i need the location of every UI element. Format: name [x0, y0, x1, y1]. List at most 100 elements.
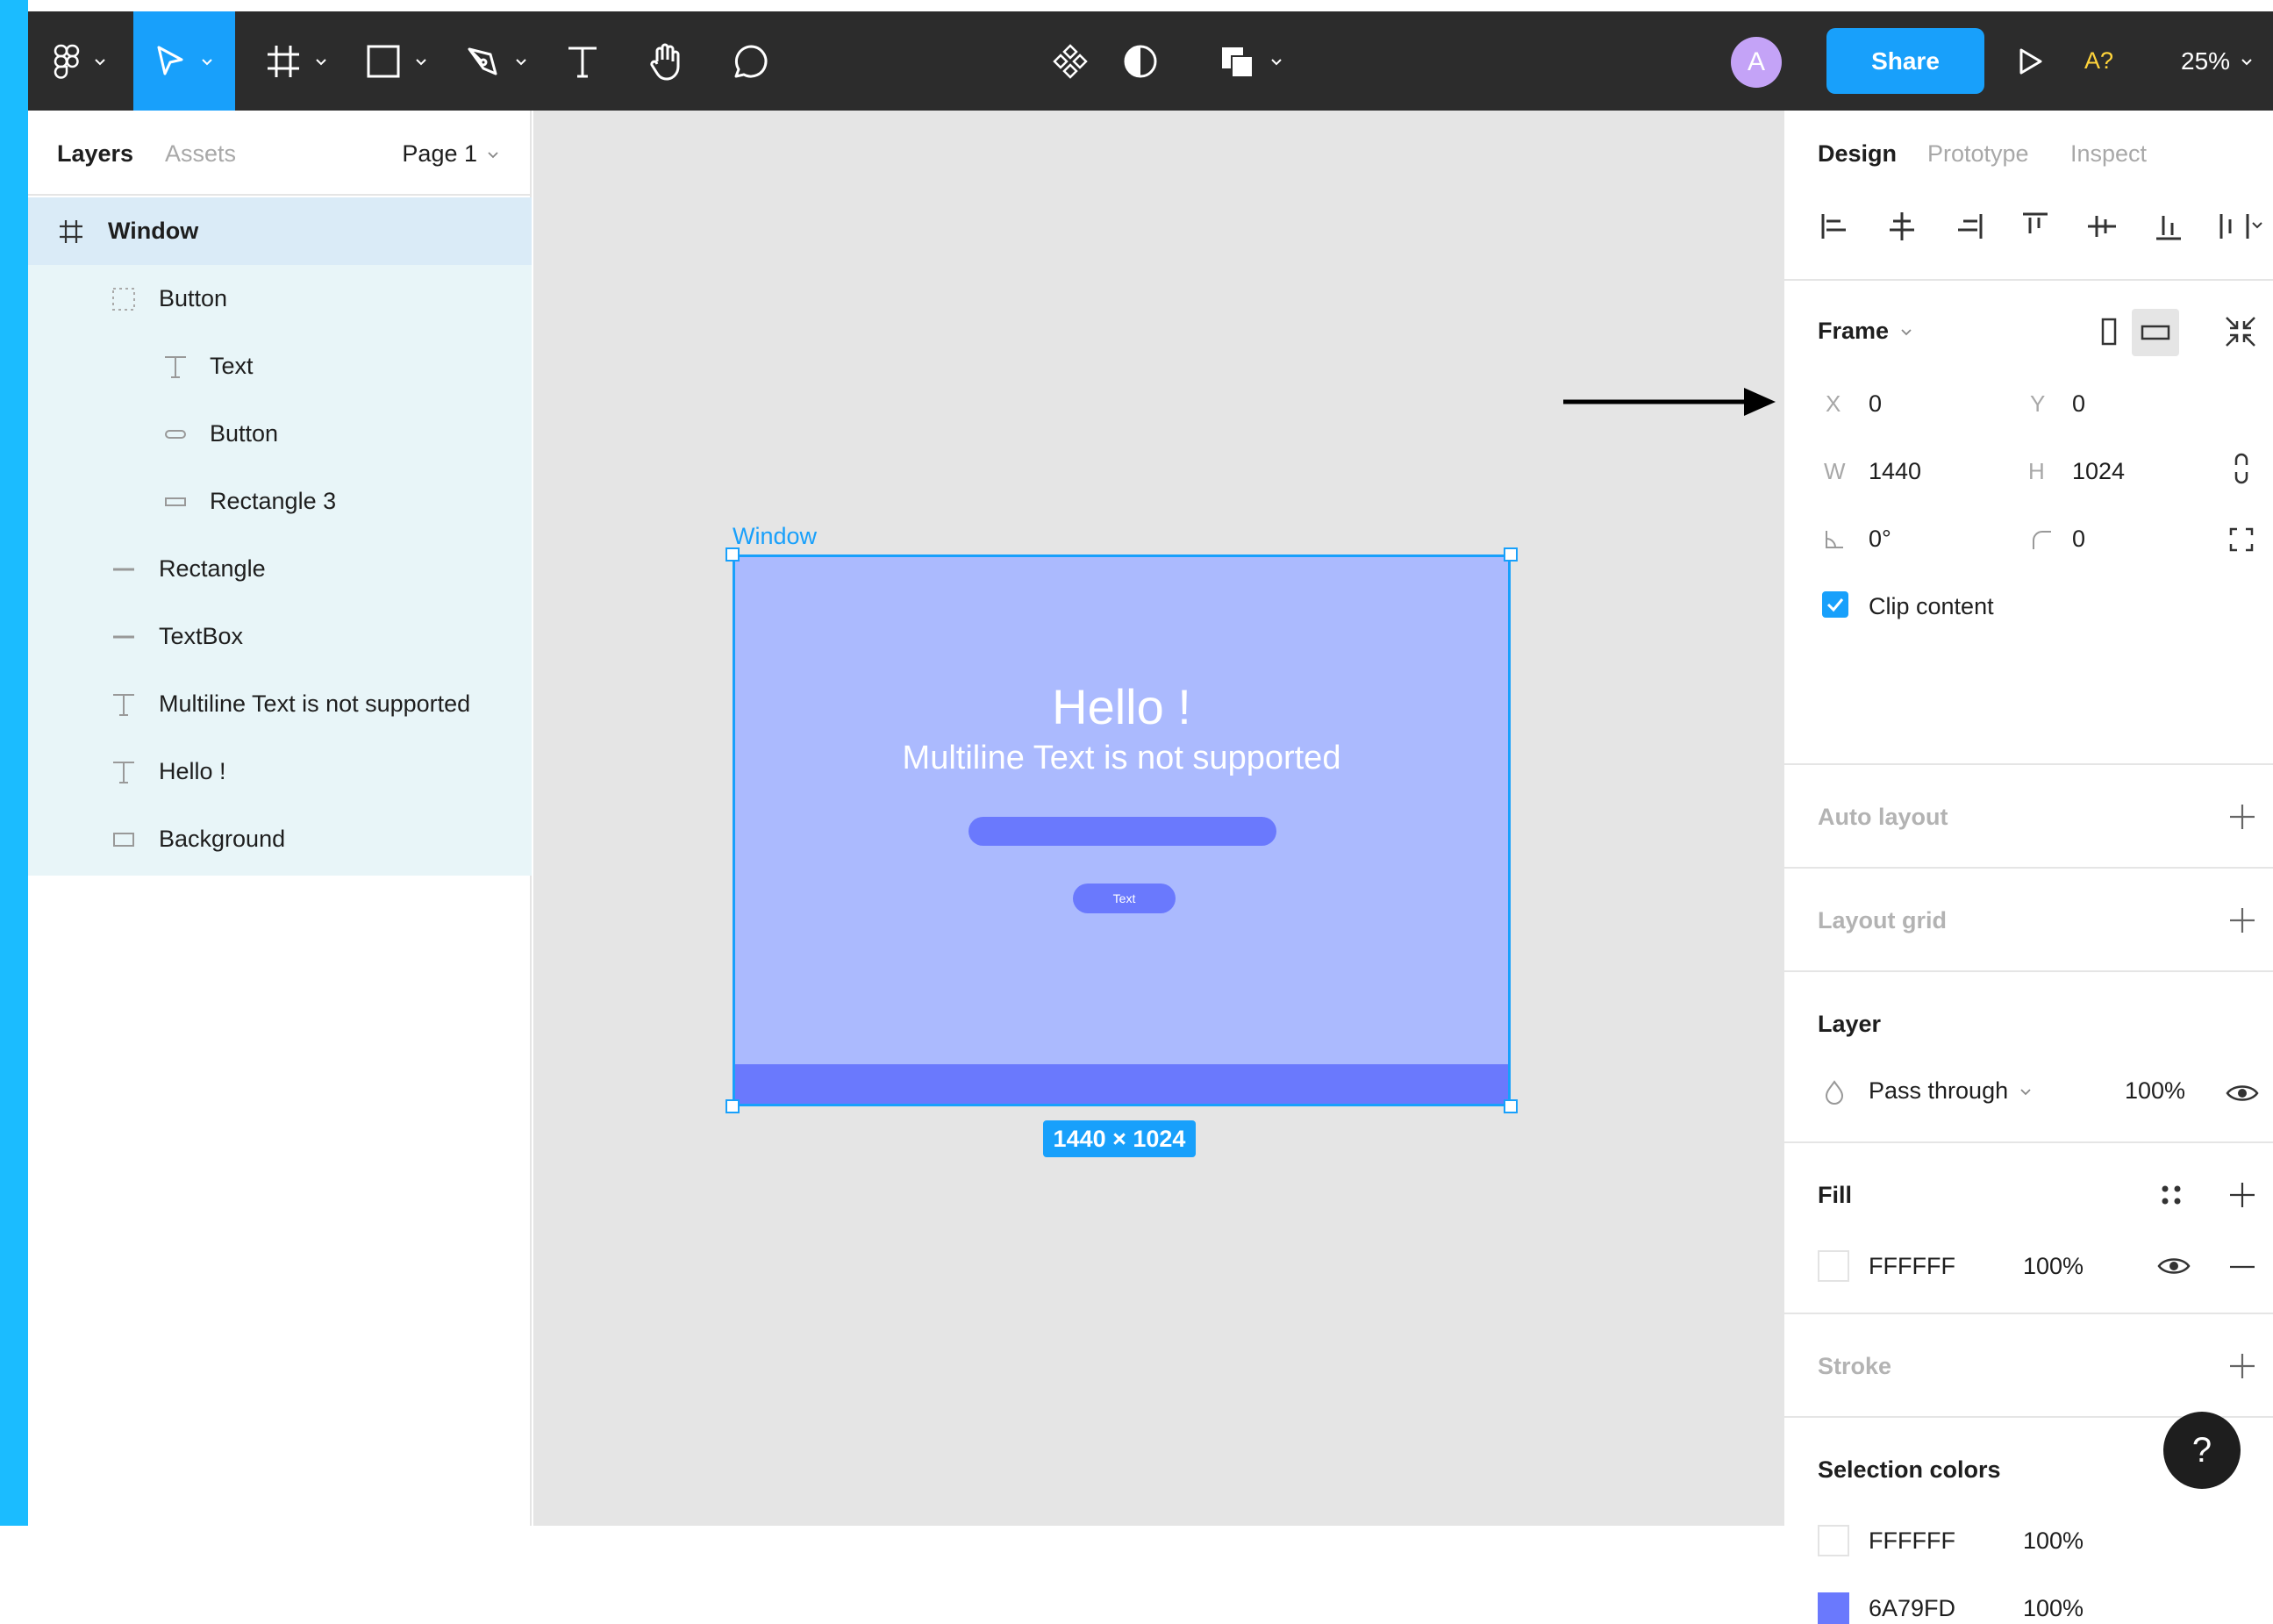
- portrait-icon[interactable]: [2091, 314, 2126, 349]
- fill-section: Fill FFFFFF 100%: [1784, 1141, 2273, 1314]
- eye-icon[interactable]: [2156, 1248, 2191, 1284]
- blend-mode-dropdown[interactable]: Pass through: [1869, 1077, 2033, 1105]
- x-input[interactable]: 0: [1869, 390, 1882, 418]
- y-label: Y: [2030, 390, 2046, 417]
- distribute-icon[interactable]: [2218, 209, 2265, 244]
- layer-row-rectangle[interactable]: Rectangle: [28, 535, 532, 603]
- align-left-icon[interactable]: [1818, 209, 1853, 244]
- y-input[interactable]: 0: [2072, 390, 2085, 418]
- chevron-down-icon: [488, 151, 498, 158]
- components-button[interactable]: [1042, 11, 1098, 111]
- add-layout-grid-icon[interactable]: [2227, 905, 2257, 935]
- add-stroke-icon[interactable]: [2227, 1351, 2257, 1381]
- rotation-input[interactable]: 0°: [1869, 526, 1891, 553]
- zoom-menu[interactable]: 25%: [2181, 11, 2255, 111]
- rectangle-icon: [165, 497, 186, 506]
- selection-color-hex[interactable]: FFFFFF: [1869, 1527, 1955, 1555]
- align-bottom-icon[interactable]: [2151, 209, 2186, 244]
- layer-label: Text: [210, 353, 254, 379]
- layer-row-background[interactable]: Background: [28, 805, 532, 873]
- rectangle-icon: [165, 429, 186, 439]
- rectangle-icon: [113, 832, 134, 847]
- mask-button[interactable]: [1098, 11, 1183, 111]
- help-button[interactable]: ?: [2163, 1412, 2241, 1489]
- user-avatar[interactable]: A: [1731, 37, 1782, 88]
- clip-content-checkbox[interactable]: [1822, 591, 1848, 618]
- align-top-icon[interactable]: [2018, 209, 2053, 244]
- corner-radius-input[interactable]: 0: [2072, 526, 2085, 553]
- auto-layout-title: Auto layout: [1818, 804, 1948, 830]
- layer-row-rectangle-3[interactable]: Rectangle 3: [28, 468, 532, 535]
- tab-assets[interactable]: Assets: [165, 140, 236, 168]
- fill-color-swatch[interactable]: [1818, 1250, 1849, 1282]
- tab-inspect[interactable]: Inspect: [2070, 140, 2147, 168]
- fill-opacity-input[interactable]: 100%: [2023, 1253, 2084, 1280]
- selection-color-swatch[interactable]: [1818, 1592, 1849, 1624]
- resize-handle-top-left[interactable]: [726, 547, 740, 562]
- shape-tool-button[interactable]: [358, 11, 437, 111]
- remove-fill-icon[interactable]: [2227, 1252, 2257, 1282]
- fill-hex-input[interactable]: FFFFFF: [1869, 1253, 1955, 1280]
- tab-prototype[interactable]: Prototype: [1927, 140, 2029, 168]
- landscape-button[interactable]: [2132, 309, 2179, 356]
- styles-icon[interactable]: [2156, 1180, 2186, 1210]
- page-selector[interactable]: Page 1: [402, 140, 500, 168]
- layout-grid-title: Layout grid: [1818, 907, 1947, 934]
- pen-tool-button[interactable]: [458, 11, 537, 111]
- tab-layers[interactable]: Layers: [57, 140, 133, 168]
- chevron-down-icon: [1901, 328, 1912, 335]
- layer-row-textbox[interactable]: TextBox: [28, 603, 532, 670]
- text-tool-button[interactable]: [554, 11, 611, 111]
- missing-fonts-button[interactable]: A?: [2084, 11, 2113, 111]
- resize-handle-bottom-left[interactable]: [726, 1099, 740, 1113]
- layer-opacity-input[interactable]: 100%: [2125, 1077, 2185, 1105]
- add-fill-icon[interactable]: [2227, 1180, 2257, 1210]
- main-menu-button[interactable]: [28, 11, 133, 111]
- canvas-button[interactable]: Text: [1073, 884, 1176, 913]
- frame-tool-button[interactable]: [258, 11, 337, 111]
- boolean-ops-button[interactable]: [1204, 11, 1300, 111]
- blend-mode-value: Pass through: [1869, 1077, 2009, 1104]
- share-button[interactable]: Share: [1826, 28, 1984, 94]
- hello-text[interactable]: Hello !: [735, 678, 1508, 735]
- comment-tool-button[interactable]: [723, 11, 779, 111]
- align-horizontal-center-icon[interactable]: [1884, 209, 1919, 244]
- constrain-proportions-icon[interactable]: [2228, 451, 2255, 486]
- width-input[interactable]: 1440: [1869, 458, 1921, 485]
- layer-row-text[interactable]: Text: [28, 333, 532, 400]
- tab-design[interactable]: Design: [1818, 140, 1897, 168]
- independent-corners-icon[interactable]: [2228, 526, 2255, 553]
- eye-icon[interactable]: [2225, 1076, 2260, 1111]
- bottom-rectangle[interactable]: [735, 1064, 1508, 1104]
- line-icon: [113, 568, 134, 570]
- add-auto-layout-icon[interactable]: [2227, 802, 2257, 832]
- height-input[interactable]: 1024: [2072, 458, 2125, 485]
- window-frame[interactable]: Hello ! Multiline Text is not supported …: [733, 554, 1511, 1106]
- layer-row-button[interactable]: Button: [28, 400, 532, 468]
- frame-type-selector[interactable]: Frame: [1818, 318, 1913, 345]
- selection-color-opacity[interactable]: 100%: [2023, 1527, 2084, 1555]
- layer-row-button-group[interactable]: Button: [28, 265, 532, 333]
- present-button[interactable]: [2002, 11, 2058, 111]
- align-right-icon[interactable]: [1951, 209, 1986, 244]
- layer-row-hello[interactable]: Hello !: [28, 738, 532, 805]
- layout-grid-section: Layout grid: [1784, 867, 2273, 972]
- hand-icon: [650, 43, 680, 80]
- multiline-text[interactable]: Multiline Text is not supported: [735, 740, 1508, 777]
- layer-row-window[interactable]: Window: [28, 197, 532, 265]
- selection-color-hex[interactable]: 6A79FD: [1869, 1595, 1955, 1622]
- layer-row-multiline-text[interactable]: Multiline Text is not supported: [28, 670, 532, 738]
- resize-to-fit-icon[interactable]: [2223, 314, 2258, 349]
- resize-handle-bottom-right[interactable]: [1504, 1099, 1518, 1113]
- frame-icon: [268, 45, 299, 77]
- selection-color-opacity[interactable]: 100%: [2023, 1595, 2084, 1622]
- textbox-shape[interactable]: [969, 817, 1276, 846]
- align-vertical-center-icon[interactable]: [2084, 209, 2119, 244]
- hand-tool-button[interactable]: [639, 11, 695, 111]
- properties-panel: Design Prototype Inspect Frame X 0 Y 0 W…: [1783, 111, 2273, 1624]
- frame-name-label[interactable]: Window: [733, 523, 817, 550]
- move-tool-button[interactable]: [133, 11, 235, 111]
- resize-handle-top-right[interactable]: [1504, 547, 1518, 562]
- alignment-toolbar: [1818, 209, 2265, 244]
- selection-color-swatch[interactable]: [1818, 1525, 1849, 1556]
